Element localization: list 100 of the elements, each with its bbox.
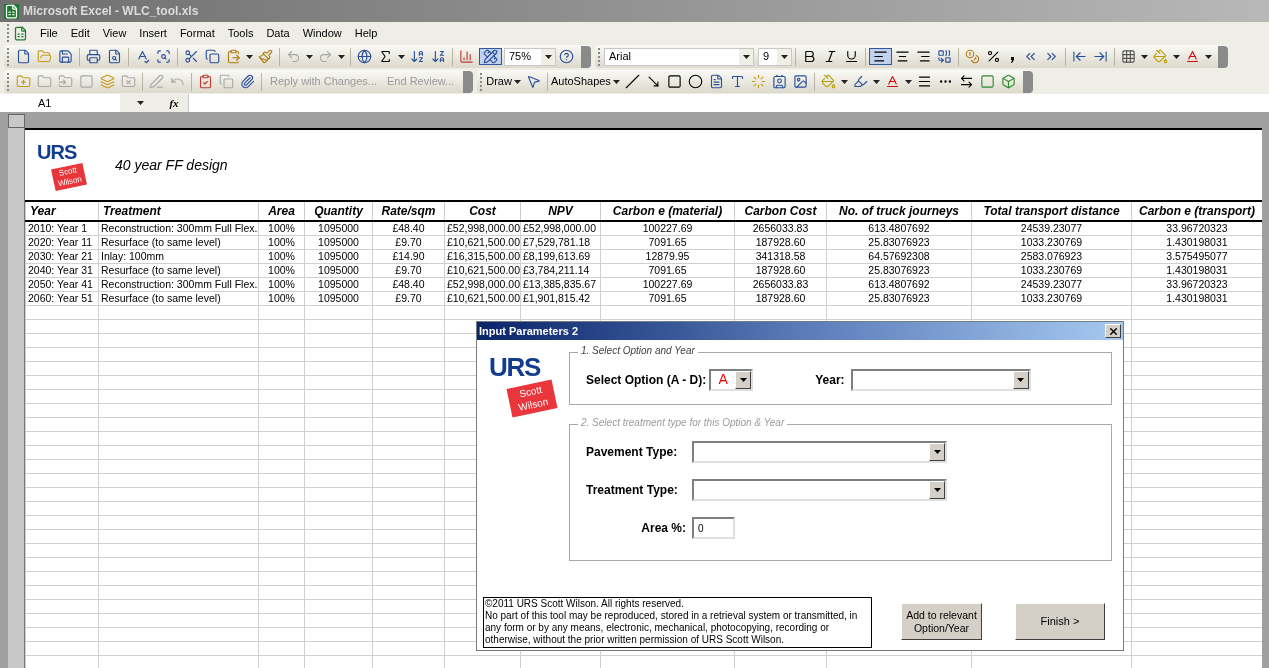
dropdown-caret-icon[interactable] — [780, 54, 788, 59]
printer-icon[interactable] — [86, 49, 101, 64]
dropdown-caret-icon[interactable] — [544, 54, 552, 59]
save-icon[interactable] — [58, 49, 73, 64]
new-document-icon[interactable] — [16, 49, 31, 64]
sum-icon[interactable] — [378, 49, 393, 64]
menu-item[interactable]: File — [40, 24, 58, 42]
chart-icon[interactable] — [459, 49, 474, 64]
globe-icon[interactable] — [357, 49, 372, 64]
dropdown-caret-icon[interactable] — [246, 54, 253, 59]
copy-icon[interactable] — [205, 49, 220, 64]
toolbar-options-icon[interactable] — [1218, 45, 1228, 68]
table-cell: £10,621,500.00 — [444, 235, 521, 249]
menu-item[interactable]: Window — [302, 24, 342, 42]
pavement-type-dropdown[interactable] — [692, 441, 947, 463]
cut-icon[interactable] — [184, 49, 199, 64]
increase-indent-icon[interactable] — [1093, 49, 1108, 64]
align-right-icon[interactable] — [916, 49, 931, 64]
column-header: Cost — [444, 201, 521, 221]
menu-item[interactable]: View — [102, 24, 127, 42]
dropdown-caret-icon[interactable] — [933, 450, 941, 454]
help-icon[interactable] — [559, 49, 574, 64]
name-box-caret-icon[interactable] — [136, 101, 144, 105]
menu-item[interactable]: Tools — [227, 24, 254, 42]
line-color-icon[interactable] — [852, 74, 868, 89]
menu-item[interactable]: Data — [266, 24, 290, 42]
line-icon[interactable] — [624, 74, 640, 89]
sort-ascending-icon[interactable] — [410, 49, 425, 64]
treatment-type-dropdown[interactable] — [692, 479, 947, 501]
paperclip-icon[interactable] — [240, 74, 255, 89]
print-preview-icon[interactable] — [107, 49, 122, 64]
3d-icon[interactable] — [1000, 74, 1016, 89]
menu-item[interactable]: Format — [179, 24, 215, 42]
font-dropdown[interactable]: Arial — [604, 47, 754, 66]
toolbar-options-icon[interactable] — [581, 45, 591, 68]
dropdown-caret-icon[interactable] — [840, 79, 848, 84]
fill-color-icon[interactable] — [820, 74, 836, 89]
merge-center-icon[interactable] — [937, 49, 952, 64]
dropdown-caret-icon[interactable] — [933, 488, 941, 492]
font-size-dropdown[interactable]: 9 — [758, 47, 792, 66]
table-cell: 1095000 — [304, 235, 373, 249]
toolbar-options-icon[interactable] — [463, 70, 474, 93]
draw-menu-button[interactable]: Draw — [486, 73, 512, 90]
dropdown-caret-icon[interactable] — [306, 54, 313, 59]
workbook-icon[interactable] — [13, 25, 28, 41]
drawing-toggle-icon[interactable] — [483, 49, 498, 64]
bold-icon[interactable] — [802, 49, 817, 64]
select-all-corner[interactable] — [8, 114, 25, 128]
research-icon[interactable] — [156, 49, 171, 64]
menu-item[interactable]: Help — [354, 24, 378, 42]
arrow-style-icon[interactable] — [958, 74, 974, 89]
clip-art-icon[interactable] — [771, 74, 787, 89]
spell-check-icon[interactable] — [135, 49, 150, 64]
percent-icon[interactable] — [986, 49, 1001, 64]
align-left-icon[interactable] — [873, 49, 888, 64]
logo-text: Scott — [58, 165, 78, 178]
oval-icon[interactable] — [687, 74, 703, 89]
currency-icon[interactable] — [965, 49, 980, 64]
paintbrush-icon[interactable] — [258, 49, 273, 64]
dropdown-caret-icon[interactable] — [739, 377, 747, 382]
image-icon[interactable] — [792, 74, 808, 89]
dropdown-caret-icon[interactable] — [398, 54, 405, 59]
option-dropdown[interactable]: A — [709, 368, 754, 391]
dropdown-caret-icon[interactable] — [742, 54, 750, 59]
pointer-icon[interactable] — [525, 74, 541, 89]
borders-icon[interactable] — [1121, 49, 1136, 64]
dropdown-caret-icon[interactable] — [1173, 54, 1180, 59]
font-color-icon[interactable] — [1185, 49, 1200, 64]
dropdown-caret-icon[interactable] — [513, 79, 521, 84]
fill-color-icon[interactable] — [1153, 49, 1168, 64]
table-cell: £52,998,000.00 — [444, 221, 521, 235]
wordart-icon[interactable] — [729, 74, 745, 89]
dropdown-caret-icon[interactable] — [904, 79, 912, 84]
paste-icon[interactable] — [226, 49, 241, 64]
align-center-icon[interactable] — [895, 49, 910, 64]
menu-item[interactable]: Insert — [139, 24, 167, 42]
table-cell: 2060: Year 51 — [25, 291, 99, 305]
toolbar-options-icon[interactable] — [1022, 70, 1033, 93]
shadow-icon[interactable] — [979, 74, 995, 89]
text-box-icon[interactable] — [708, 74, 724, 89]
font-color-icon[interactable] — [884, 74, 900, 89]
dropdown-caret-icon[interactable] — [1017, 377, 1025, 382]
dropdown-caret-icon[interactable] — [1205, 54, 1212, 59]
line-style-icon[interactable] — [916, 74, 932, 89]
autoshapes-menu-button[interactable]: AutoShapes — [550, 73, 611, 90]
dropdown-caret-icon[interactable] — [338, 54, 345, 59]
underline-icon[interactable] — [844, 49, 859, 64]
dropdown-caret-icon[interactable] — [612, 79, 620, 84]
italic-icon[interactable] — [823, 49, 838, 64]
zoom-dropdown[interactable]: 75% — [504, 47, 556, 66]
clipboard-icon[interactable] — [198, 74, 213, 89]
add-button[interactable]: Add to relevant Option/Year — [901, 603, 982, 640]
menu-item[interactable]: Edit — [70, 24, 90, 42]
dropdown-caret-icon[interactable] — [872, 79, 880, 84]
year-dropdown[interactable] — [850, 368, 1031, 391]
sort-descending-icon[interactable] — [431, 49, 446, 64]
dropdown-caret-icon[interactable] — [1141, 54, 1148, 59]
rectangle-icon[interactable] — [666, 74, 682, 89]
decrease-indent-icon[interactable] — [1072, 49, 1087, 64]
finish-button[interactable]: Finish > — [1015, 603, 1105, 640]
